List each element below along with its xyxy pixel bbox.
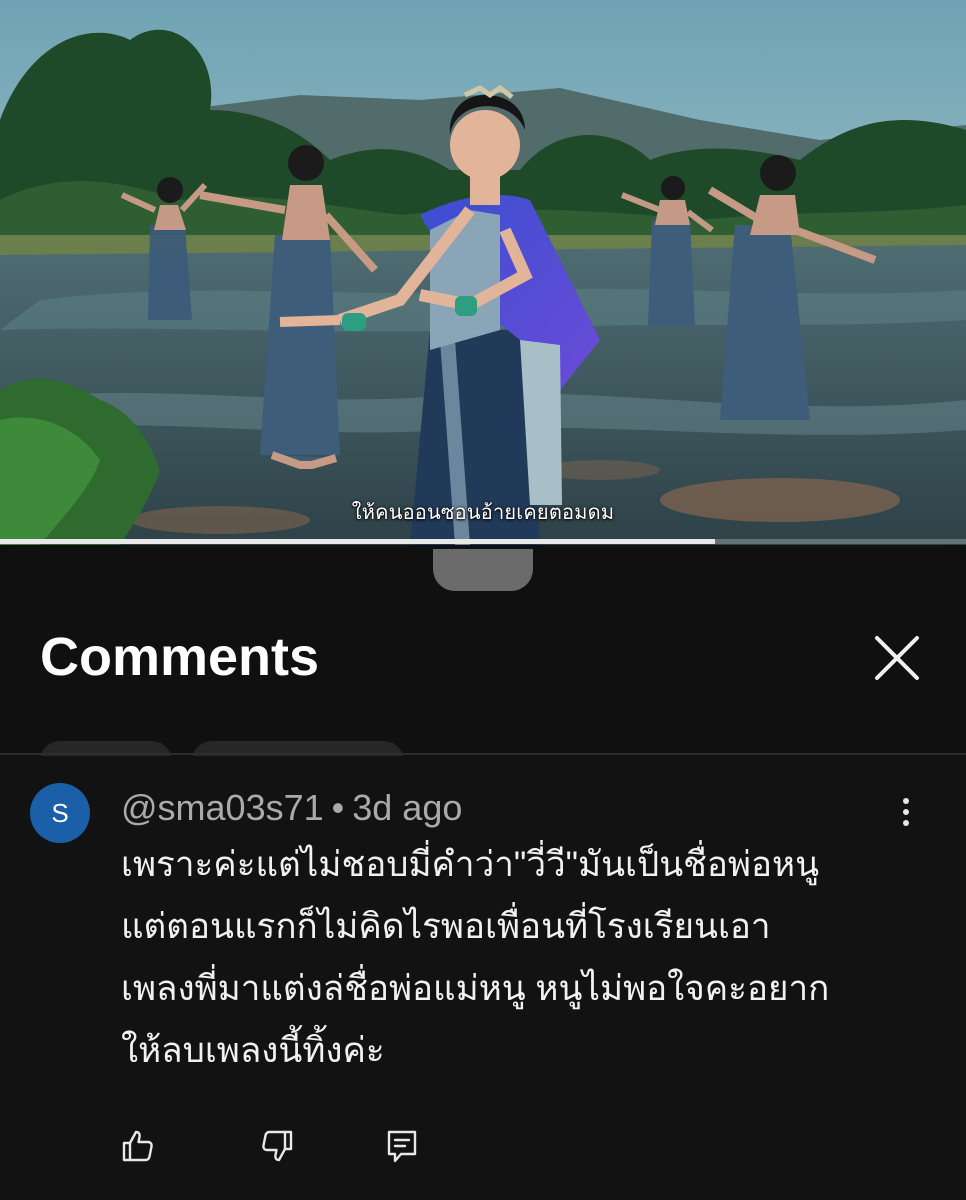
comment-menu-button[interactable] <box>888 792 924 832</box>
close-icon <box>875 636 919 680</box>
comment-actions <box>0 1124 966 1174</box>
comment-item: S @sma03s71 • 3d ago เพราะค่ะแต่ไม่ชอบมี่ค… <box>0 756 966 1200</box>
comment-text-line: เพลงพี่มาแต่งล่ชื่อพ่อแม่หนู หนูไม่พอใจค… <box>121 969 830 1008</box>
avatar-letter: S <box>51 797 69 828</box>
like-button[interactable] <box>116 1124 160 1168</box>
divider <box>0 753 966 755</box>
comment-text-line: ให้ลบเพลงนี้ทิ้งค่ะ <box>121 1031 385 1070</box>
video-frame <box>0 0 966 545</box>
dislike-button[interactable] <box>255 1124 299 1168</box>
comment-meta: @sma03s71 • 3d ago <box>121 786 462 830</box>
comments-sheet: Comments S @sma03s71 • 3d ago เพราะค่ะแต่ไ… <box>0 545 966 1200</box>
meta-separator: • <box>331 787 345 828</box>
more-vertical-icon <box>903 798 909 804</box>
video-player[interactable]: ให้คนออนซอนอ้ายเคยตอมดม <box>0 0 966 545</box>
comment-text-line: เพราะค่ะแต่ไม่ชอบมี่คำว่า"วี่วี"มันเป็นช… <box>121 845 820 884</box>
avatar[interactable]: S <box>30 783 90 843</box>
comment-author[interactable]: @sma03s71 <box>121 787 324 828</box>
more-vertical-icon-dot <box>903 809 909 815</box>
sheet-drag-handle[interactable] <box>433 549 533 591</box>
comment-text-line: แต่ตอนแรกก็ไม่คิดไรพอเพื่อนที่โรงเรียนเอ… <box>121 907 771 946</box>
thumbs-up-icon <box>122 1130 153 1162</box>
video-progress-bar[interactable] <box>0 539 966 544</box>
close-button[interactable] <box>866 627 928 689</box>
reply-button[interactable] <box>380 1124 424 1168</box>
comments-title: Comments <box>40 627 320 687</box>
video-subtitle: ให้คนออนซอนอ้ายเคยตอมดม <box>351 500 615 524</box>
more-vertical-icon-dot <box>903 820 909 826</box>
video-progress-fill <box>0 539 715 544</box>
comment-text: เพราะค่ะแต่ไม่ชอบมี่คำว่า"วี่วี"มันเป็นช… <box>121 834 921 1082</box>
comment-time: 3d ago <box>352 787 463 828</box>
reply-icon <box>387 1130 417 1163</box>
thumbs-down-icon <box>262 1130 293 1162</box>
